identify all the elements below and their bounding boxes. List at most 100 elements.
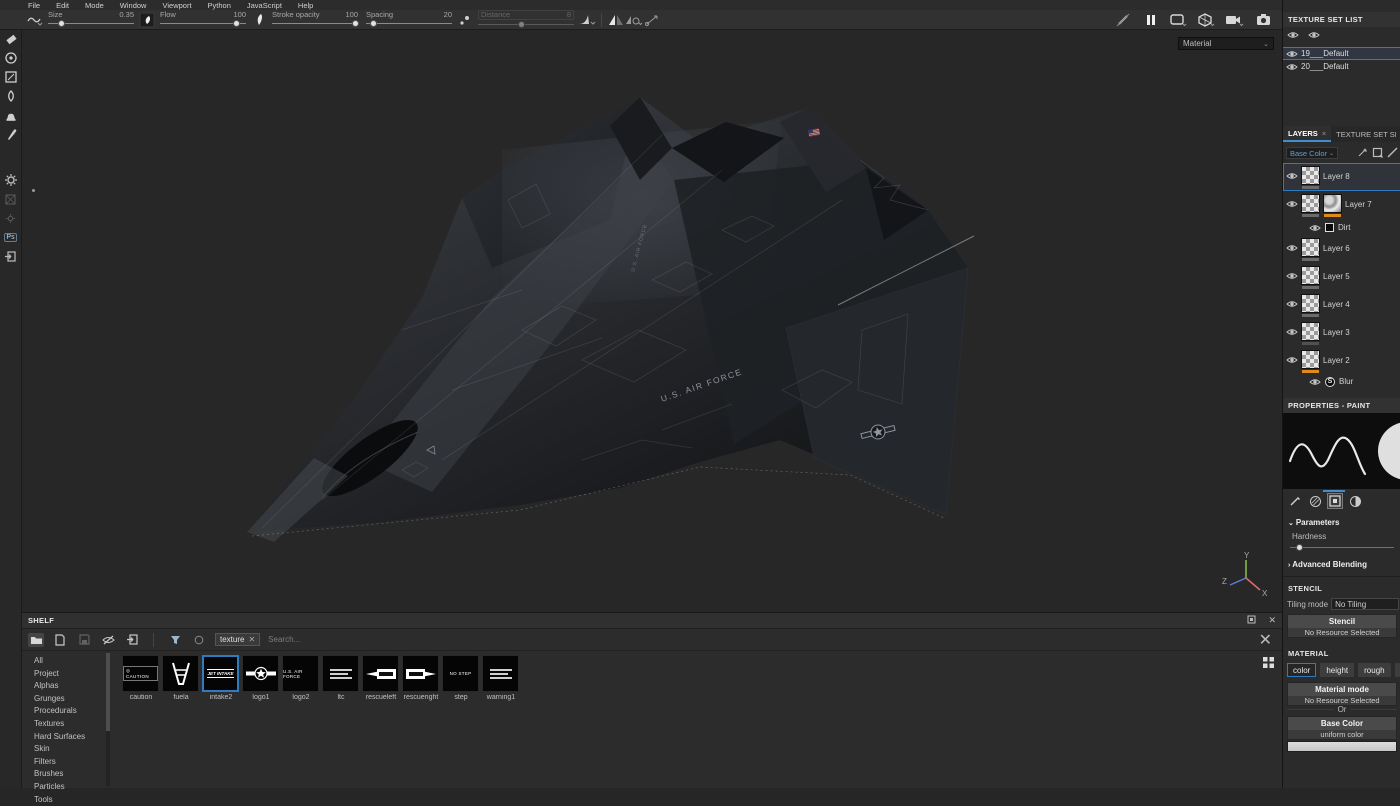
clear-search-icon[interactable]: ✕ <box>1259 630 1276 650</box>
folder-icon[interactable] <box>28 633 44 647</box>
shelf-folder-hard-surfaces[interactable]: Hard Surfaces <box>26 731 104 744</box>
flow-slider[interactable] <box>160 19 246 28</box>
menu-item-viewport[interactable]: Viewport <box>162 1 191 10</box>
layer-visibility-eye-icon[interactable] <box>1286 200 1298 208</box>
close-icon[interactable]: ✕ <box>1268 615 1276 626</box>
solo-eye-icon[interactable] <box>1308 31 1320 39</box>
layer-visibility-eye-icon[interactable] <box>1286 172 1298 180</box>
material-mode-icon[interactable] <box>1347 493 1363 509</box>
menu-item-python[interactable]: Python <box>208 1 231 10</box>
close-icon[interactable]: × <box>1322 129 1326 138</box>
shelf-folder-filters[interactable]: Filters <box>26 756 104 769</box>
shelf-folder-tools[interactable]: Tools <box>26 794 104 806</box>
shelf-item-rescueright[interactable]: rescueright <box>402 655 440 701</box>
layer-thumbnail[interactable] <box>1301 238 1320 257</box>
pen-icon[interactable] <box>1387 147 1398 160</box>
channel-height-button[interactable]: height <box>1320 663 1354 677</box>
tab-texture-set-settings[interactable]: TEXTURE SET SETTINGS <box>1331 126 1400 142</box>
layer-visibility-eye-icon[interactable] <box>1286 272 1298 280</box>
brush-tip-icon[interactable] <box>138 12 156 28</box>
brush-tip2-icon[interactable] <box>250 12 268 28</box>
layer-thumbnail[interactable] <box>1301 322 1320 341</box>
display-settings-icon[interactable] <box>1170 12 1188 28</box>
channel-dropdown[interactable]: Base Color ⌄ <box>1286 147 1338 159</box>
menu-item-edit[interactable]: Edit <box>56 1 69 10</box>
disable-overlay-icon[interactable] <box>1114 12 1132 28</box>
layer-row[interactable]: Layer 6 <box>1283 235 1400 263</box>
layer-thumbnail[interactable] <box>1301 194 1320 213</box>
shelf-folder-particles[interactable]: Particles <box>26 781 104 794</box>
filter-tag-chip[interactable]: texture ✕ <box>215 633 260 646</box>
parameters-section-toggle[interactable]: ⌄ Parameters <box>1288 518 1339 527</box>
shelf-item-fuela[interactable]: fuela <box>162 655 200 701</box>
settings-gear-icon[interactable] <box>2 171 20 189</box>
shelf-folder-skin[interactable]: Skin <box>26 743 104 756</box>
filter-radio-icon[interactable] <box>191 633 207 647</box>
shelf-folder-brushes[interactable]: Brushes <box>26 768 104 781</box>
shelf-item-ltc[interactable]: ltc <box>322 655 360 701</box>
channel-rough-button[interactable]: rough <box>1358 663 1390 677</box>
layer-thumbnail[interactable] <box>1301 294 1320 313</box>
layer-row[interactable]: Layer 2 <box>1283 347 1400 375</box>
size-control[interactable]: Size0.35 <box>48 11 134 28</box>
shelf-item-logo2[interactable]: U.S. AIR FORCElogo2 <box>282 655 320 701</box>
flow-control[interactable]: Flow100 <box>160 11 246 28</box>
stroke-opacity-slider[interactable] <box>272 19 358 28</box>
scatter-dots-icon[interactable] <box>456 12 474 28</box>
menu-item-javascript[interactable]: JavaScript <box>247 1 282 10</box>
shelf-folder-textures[interactable]: Textures <box>26 718 104 731</box>
layer-row[interactable]: Layer 7 <box>1283 191 1400 221</box>
hardness-slider[interactable] <box>1290 543 1394 552</box>
search-input[interactable]: Search... <box>268 635 300 644</box>
shelf-folder-grunges[interactable]: Grunges <box>26 693 104 706</box>
import-resources-icon[interactable] <box>124 633 140 647</box>
projection-tool-icon[interactable] <box>2 49 20 67</box>
shelf-item-logo1[interactable]: logo1 <box>242 655 280 701</box>
aircraft-model[interactable]: U.S. AIR FORCE U.S. AIR FORCE <box>22 30 1282 612</box>
alpha-mode-icon[interactable] <box>1307 493 1323 509</box>
eraser-tool-icon[interactable] <box>2 30 20 48</box>
smudge-tool-icon[interactable] <box>2 87 20 105</box>
add-layer-icon[interactable] <box>1372 147 1383 160</box>
shelf-item-rescueleft[interactable]: rescueleft <box>362 655 400 701</box>
stencil-resource-button[interactable]: Stencil No Resource Selected <box>1287 614 1397 638</box>
texture-set-eye-icon[interactable] <box>1286 63 1298 71</box>
texture-set-eye-icon[interactable] <box>1286 50 1298 58</box>
menu-item-mode[interactable]: Mode <box>85 1 104 10</box>
channel-color-button[interactable]: color <box>1287 663 1316 677</box>
layer-row[interactable]: Layer 8 <box>1283 163 1400 191</box>
layer-visibility-eye-icon[interactable] <box>1286 328 1298 336</box>
menu-item-window[interactable]: Window <box>120 1 147 10</box>
layer-row[interactable]: Layer 4 <box>1283 291 1400 319</box>
base-color-button[interactable]: Base Color uniform color <box>1287 716 1397 740</box>
undock-icon[interactable] <box>1247 615 1256 626</box>
layer-effect-row[interactable]: S Blur <box>1283 375 1400 389</box>
layer-mask-thumbnail[interactable] <box>1323 194 1342 213</box>
shelf-item-step[interactable]: NO STEPstep <box>442 655 480 701</box>
layer-row[interactable]: Layer 3 <box>1283 319 1400 347</box>
shelf-folder-procedurals[interactable]: Procedurals <box>26 705 104 718</box>
shelf-item-caution[interactable]: ◎ CAUTIONcaution <box>122 655 160 701</box>
spacing-slider[interactable] <box>366 19 452 28</box>
stroke-opacity-control[interactable]: Stroke opacity100 <box>272 11 358 28</box>
layer-visibility-eye-icon[interactable] <box>1286 300 1298 308</box>
texture-set-item[interactable]: 20___Default <box>1283 60 1400 73</box>
add-effect-icon[interactable] <box>1357 147 1368 160</box>
shader-settings-icon[interactable] <box>1198 12 1216 28</box>
shelf-folder-alphas[interactable]: Alphas <box>26 680 104 693</box>
photoshop-export-icon[interactable]: Ps <box>2 228 20 246</box>
effect-visibility-eye-icon[interactable] <box>1309 224 1321 232</box>
layer-visibility-eye-icon[interactable] <box>1286 244 1298 252</box>
hide-eye-icon[interactable] <box>100 633 116 647</box>
show-all-eye-icon[interactable] <box>1287 31 1299 39</box>
effect-visibility-eye-icon[interactable] <box>1309 378 1321 386</box>
material-mode-button[interactable]: Material mode No Resource Selected <box>1287 682 1397 706</box>
shader-dropdown[interactable]: Material ⌄ <box>1178 37 1274 50</box>
layer-effect-row[interactable]: Dirt <box>1283 221 1400 235</box>
layer-thumbnail[interactable] <box>1301 350 1320 369</box>
new-resource-icon[interactable] <box>52 633 68 647</box>
camera-settings-icon[interactable] <box>1226 12 1244 28</box>
layer-thumbnail[interactable] <box>1301 266 1320 285</box>
snapshot-icon[interactable] <box>1254 12 1272 28</box>
shelf-item-intake2[interactable]: JET INTAKEintake2 <box>202 655 240 701</box>
